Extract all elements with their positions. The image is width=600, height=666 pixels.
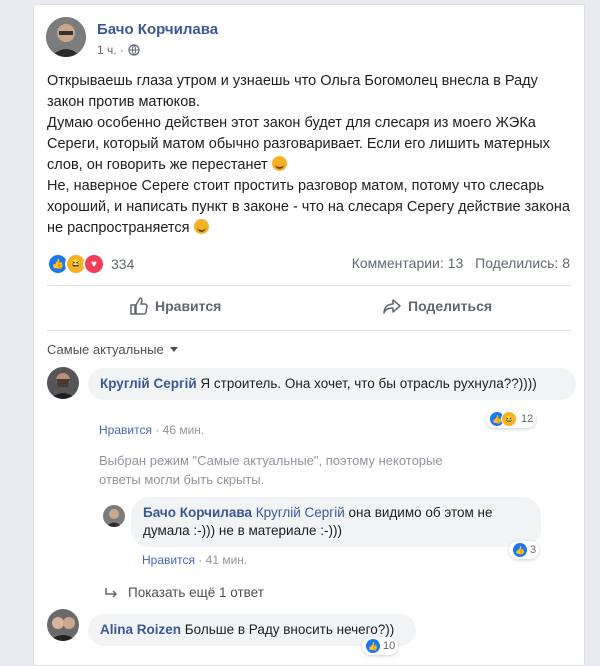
like-reaction-icon: 👍 bbox=[512, 542, 528, 558]
comment-bubble: Круглій Сергій Я строитель. Она хочет, ч… bbox=[88, 368, 576, 400]
smile-emoji-icon bbox=[193, 219, 209, 234]
reply-like-link[interactable]: Нравится bbox=[142, 553, 195, 567]
post-paragraph: Думаю особенно действен этот закон будет… bbox=[47, 115, 550, 173]
love-reaction-icon: ♥ bbox=[83, 253, 105, 275]
reply-reactions-count: 3 bbox=[530, 544, 537, 556]
like-reaction-icon: 👍 bbox=[365, 638, 381, 654]
divider bbox=[47, 285, 571, 286]
post-counts: Комментарии: 13 Поделились: 8 bbox=[352, 255, 570, 271]
reply-mention[interactable]: Круглій Сергій bbox=[256, 505, 345, 520]
like-button[interactable]: Нравится bbox=[129, 296, 221, 316]
filter-notice: Выбран режим "Самые актуальные", поэтому… bbox=[99, 453, 443, 487]
commenter-avatar[interactable] bbox=[47, 609, 79, 641]
globe-icon bbox=[128, 44, 140, 56]
comment-reactions[interactable]: 👍 10 bbox=[362, 637, 399, 655]
reply-time[interactable]: 41 мин. bbox=[206, 553, 248, 567]
comment-sort-dropdown[interactable]: Самые актуальные bbox=[47, 342, 178, 357]
show-more-replies[interactable]: Показать ещё 1 ответ bbox=[104, 585, 264, 600]
share-button[interactable]: Поделиться bbox=[382, 296, 492, 316]
comment-actions: Нравится · 46 мин. bbox=[99, 423, 205, 437]
reply-author[interactable]: Бачо Корчилава bbox=[143, 505, 252, 520]
post-paragraph: Не, наверное Сереге стоит простить разго… bbox=[47, 178, 570, 236]
divider bbox=[47, 330, 571, 331]
post-card: Бачо Корчилава 1 ч. · Открываешь глаза у… bbox=[33, 4, 585, 666]
show-more-label: Показать ещё 1 ответ bbox=[128, 585, 264, 600]
reactions-count: 334 bbox=[111, 256, 135, 272]
post-meta: 1 ч. · bbox=[97, 43, 140, 57]
comment-text: Больше в Раду вносить нечего?)) bbox=[184, 622, 395, 637]
comment-reactions[interactable]: 👍 😆 12 bbox=[486, 410, 537, 428]
post-reactions[interactable]: 👍 😆 ♥ 334 bbox=[47, 253, 134, 275]
reply-actions: Нравится · 41 мин. bbox=[142, 553, 248, 567]
author-avatar[interactable] bbox=[46, 17, 86, 57]
reply-bubble: Бачо Корчилава Круглій Сергій она видимо… bbox=[131, 497, 541, 547]
thumbs-up-icon bbox=[130, 297, 148, 315]
comment-reactions-count: 10 bbox=[383, 640, 396, 652]
commenter-avatar[interactable] bbox=[47, 367, 79, 399]
reply-arrow-icon bbox=[105, 587, 118, 598]
comment-author[interactable]: Alina Roizen bbox=[100, 622, 181, 637]
post-time[interactable]: 1 ч. · bbox=[97, 43, 124, 57]
comment-author[interactable]: Круглій Сергій bbox=[100, 376, 197, 391]
post-author-name[interactable]: Бачо Корчилава bbox=[97, 21, 218, 38]
comment-like-link[interactable]: Нравится bbox=[99, 423, 152, 437]
shares-count-link[interactable]: Поделились: 8 bbox=[475, 255, 570, 271]
haha-reaction-icon: 😆 bbox=[501, 411, 517, 427]
comment-text: Я строитель. Она хочет, что бы отрасль р… bbox=[200, 376, 537, 391]
post-paragraph: Открываешь глаза утром и узнаешь что Оль… bbox=[47, 73, 538, 110]
post-text: Открываешь глаза утром и узнаешь что Оль… bbox=[47, 71, 575, 239]
grin-emoji-icon bbox=[271, 156, 287, 171]
comment-time[interactable]: 46 мин. bbox=[163, 423, 205, 437]
share-arrow-icon bbox=[383, 299, 401, 314]
comment-reactions-count: 12 bbox=[521, 413, 534, 425]
sort-label: Самые актуальные bbox=[47, 342, 164, 357]
share-button-label: Поделиться bbox=[408, 298, 493, 314]
reply-reactions[interactable]: 👍 3 bbox=[509, 541, 540, 559]
caret-down-icon bbox=[169, 347, 178, 352]
like-button-label: Нравится bbox=[155, 298, 222, 314]
comments-count-link[interactable]: Комментарии: 13 bbox=[352, 255, 464, 271]
reply-author-avatar[interactable] bbox=[103, 505, 125, 527]
